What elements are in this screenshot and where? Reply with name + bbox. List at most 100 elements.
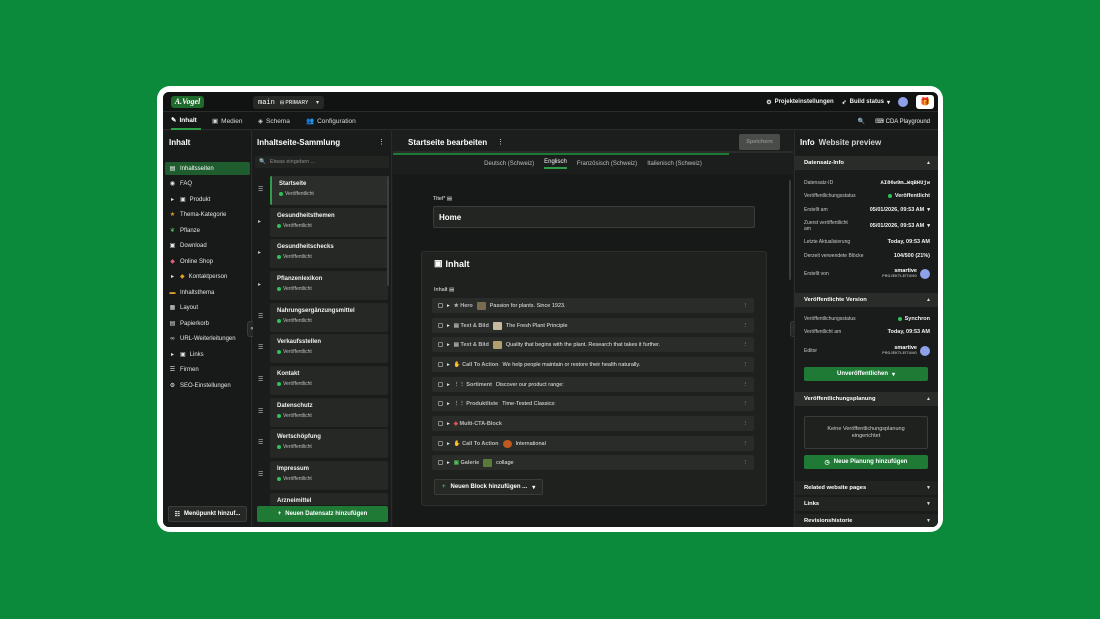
tab-lang-fr[interactable]: Französisch (Schweiz) <box>577 161 637 167</box>
sidebar-item-thema-kategorie[interactable]: ★ Thema-Kategorie <box>165 208 250 221</box>
checkbox[interactable] <box>438 323 443 328</box>
chevron-right-icon[interactable]: ▸ <box>447 342 450 348</box>
more-vertical-icon[interactable]: ⋮ <box>743 303 749 309</box>
sidebar-item-download[interactable]: ▣ Download <box>165 239 250 252</box>
more-vertical-icon[interactable]: ⋮ <box>743 342 749 348</box>
drag-handle-icon[interactable]: ☰ <box>258 186 263 193</box>
content-block-row[interactable]: ▸ ⋮⋮ Produktliste Time-Tested Classics: ⋮ <box>432 396 754 411</box>
checkbox[interactable] <box>438 342 443 347</box>
list-item[interactable]: Arzneimittel <box>255 493 389 505</box>
list-item[interactable]: ▸ Gesundheitschecks Veröffentlicht <box>255 239 389 268</box>
checkbox[interactable] <box>438 421 443 426</box>
tab-inhalt[interactable]: ✎ Inhalt <box>171 112 201 130</box>
sidebar-item-inhaltsthema[interactable]: ▬ Inhaltsthema <box>165 286 250 299</box>
sidebar-item-faq[interactable]: ◉ FAQ <box>165 177 250 190</box>
user-avatar[interactable] <box>898 97 908 107</box>
sidebar-item-online-shop[interactable]: ◆ Online Shop <box>165 255 250 268</box>
section-links[interactable]: Links ▼ <box>795 497 938 511</box>
drag-handle-icon[interactable]: ☰ <box>258 344 263 351</box>
scrollbar[interactable] <box>387 176 389 286</box>
tab-lang-de[interactable]: Deutsch (Schweiz) <box>484 161 534 167</box>
tab-configuration[interactable]: 👥 Configuration <box>306 112 356 130</box>
drag-handle-icon[interactable]: ☰ <box>258 471 263 478</box>
sidebar-item-layout[interactable]: ▦ Layout <box>165 301 250 314</box>
sidebar-item-papierkorb[interactable]: ▤ Papierkorb <box>165 317 250 330</box>
list-item[interactable]: ☰ Datenschutz Veröffentlicht <box>255 398 389 427</box>
checkbox[interactable] <box>438 382 443 387</box>
more-vertical-icon[interactable]: ⋮ <box>743 460 749 466</box>
more-vertical-icon[interactable]: ⋮ <box>743 323 749 329</box>
chevron-right-icon[interactable]: ▸ <box>258 249 261 256</box>
sidebar-item-kontaktperson[interactable]: ▸ ◆ Kontaktperson <box>165 270 250 283</box>
save-button[interactable]: Speichern <box>739 134 780 150</box>
add-block-button[interactable]: + Neuen Block hinzufügen ... ▾ <box>434 479 544 495</box>
list-item[interactable]: ☰ Kontakt Veröffentlicht <box>255 366 389 395</box>
list-item[interactable]: ☰ Wertschöpfung Veröffentlicht <box>255 429 389 458</box>
chevron-right-icon[interactable]: ▸ <box>447 401 450 407</box>
record-id[interactable]: AI86w9m…WqBHUjw <box>880 179 930 186</box>
chevron-right-icon[interactable]: ▸ <box>447 362 450 368</box>
gift-icon[interactable]: 🎁 <box>916 95 934 109</box>
checkbox[interactable] <box>438 441 443 446</box>
more-vertical-icon[interactable]: ⋮ <box>378 138 385 146</box>
search-icon[interactable]: 🔍 <box>858 118 865 125</box>
sidebar-item-seo-einstellungen[interactable]: ⚙ SEO-Einstellungen <box>165 379 250 392</box>
tab-website-preview[interactable]: Website preview <box>819 138 882 147</box>
add-schedule-button[interactable]: ◷ Neue Planung hinzufügen <box>804 455 928 469</box>
sidebar-item-firmen[interactable]: ☰ Firmen <box>165 363 250 376</box>
list-item[interactable]: ▸ Gesundheitsthemen Veröffentlicht <box>255 208 389 237</box>
tab-medien[interactable]: ▣ Medien <box>212 112 242 130</box>
tab-info[interactable]: Info <box>800 138 815 147</box>
drag-handle-icon[interactable]: ☰ <box>258 376 263 383</box>
drag-handle-icon[interactable]: ☰ <box>258 439 263 446</box>
drag-handle-icon[interactable]: ☰ <box>258 313 263 320</box>
brand-logo[interactable]: A.Vogel <box>171 96 204 108</box>
sidebar-item-inhaltsseiten[interactable]: ▤ Inhaltsseiten <box>165 162 250 175</box>
chevron-right-icon[interactable]: ▸ <box>447 441 450 447</box>
sidebar-item-url-weiterleitungen[interactable]: ∞ URL-Weiterleitungen <box>165 332 250 345</box>
more-vertical-icon[interactable]: ⋮ <box>743 421 749 427</box>
content-block-row[interactable]: ▸ ✋ Call To Action We help people maintain… <box>432 357 754 372</box>
chevron-right-icon[interactable]: ▸ <box>258 281 261 288</box>
more-vertical-icon[interactable]: ⋮ <box>743 362 749 368</box>
content-block-row[interactable]: ▸ ◆ Multi-CTA-Block ⋮ <box>432 416 754 431</box>
project-settings-button[interactable]: ⚙ Projekteinstellungen <box>766 99 833 106</box>
sidebar-item-links[interactable]: ▸ ▣ Links <box>165 348 250 361</box>
tab-lang-en[interactable]: Englisch <box>544 159 567 169</box>
section-revision-history[interactable]: Revisionshistorie ▼ <box>795 514 938 527</box>
content-block-row[interactable]: ▸ ▤ Text & Bild The Fresh Plant Principle ⋮ <box>432 318 754 333</box>
list-item[interactable]: ▸ Pflanzenlexikon Veröffentlicht <box>255 271 389 300</box>
build-status-button[interactable]: ➶ Build status ▾ <box>842 99 890 106</box>
add-entry-button[interactable]: + Neuen Datensatz hinzufügen <box>257 506 388 522</box>
more-vertical-icon[interactable]: ⋮ <box>743 401 749 407</box>
list-item[interactable]: ☰ Impressum Veröffentlicht <box>255 461 389 490</box>
chevron-down-icon[interactable]: ▾ <box>927 223 930 229</box>
content-block-row[interactable]: ▸ ▣ Galerie collage ⋮ <box>432 455 754 470</box>
tab-lang-it[interactable]: Italienisch (Schweiz) <box>647 161 702 167</box>
content-block-row[interactable]: ▸ ★ Hero Passion for plants. Since 1923. ⋮ <box>432 298 754 313</box>
content-block-row[interactable]: ▸ ⋮⋮ Sortiment Discover our product range:… <box>432 377 754 392</box>
checkbox[interactable] <box>438 362 443 367</box>
more-vertical-icon[interactable]: ⋮ <box>497 138 504 146</box>
title-input[interactable]: Home <box>433 206 755 228</box>
content-block-row[interactable]: ▸ ✋ Call To Action International ⋮ <box>432 436 754 451</box>
checkbox[interactable] <box>438 401 443 406</box>
chevron-right-icon[interactable]: ▸ <box>447 421 450 427</box>
scrollbar[interactable] <box>789 180 791 280</box>
section-publish-schedule[interactable]: Veröffentlichungsplanung ▲ <box>795 392 938 406</box>
list-item[interactable]: ☰ Verkaufsstellen Veröffentlicht <box>255 334 389 363</box>
checkbox[interactable] <box>438 460 443 465</box>
list-item[interactable]: ☰ Startseite Veröffentlicht <box>255 176 389 205</box>
drag-handle-icon[interactable]: ☰ <box>258 408 263 415</box>
chevron-right-icon[interactable]: ▸ <box>258 218 261 225</box>
section-published-version[interactable]: Veröffentlichte Version ▲ <box>795 293 938 307</box>
sidebar-item-produkt[interactable]: ▸ ▣ Produkt <box>165 193 250 206</box>
sidebar-item-pflanze[interactable]: ❦ Pflanze <box>165 224 250 237</box>
chevron-down-icon[interactable]: ▾ <box>927 207 930 213</box>
chevron-right-icon[interactable]: ▸ <box>447 303 450 309</box>
more-vertical-icon[interactable]: ⋮ <box>743 441 749 447</box>
search-input[interactable]: 🔍 Etwas eingeben ... <box>255 156 389 168</box>
more-vertical-icon[interactable]: ⋮ <box>743 382 749 388</box>
unpublish-button[interactable]: Unveröffentlichen ▾ <box>804 367 928 381</box>
chevron-right-icon[interactable]: ▸ <box>447 382 450 388</box>
